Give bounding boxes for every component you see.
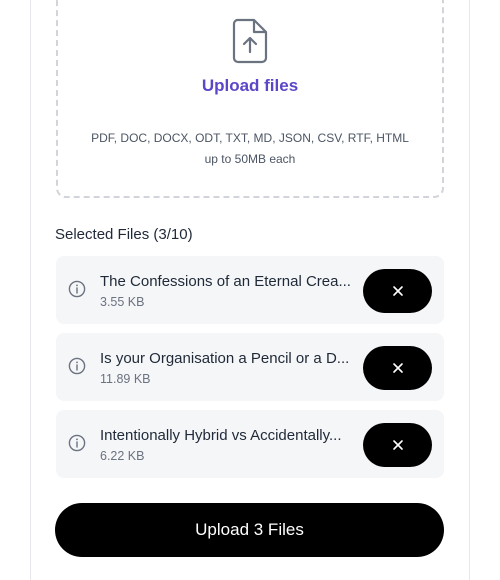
remove-file-button[interactable] [363, 269, 432, 313]
file-name: The Confessions of an Eternal Crea... [100, 273, 351, 290]
file-size: 3.55 KB [100, 295, 145, 309]
close-icon [392, 363, 403, 373]
remove-file-button[interactable] [363, 346, 432, 390]
upload-files-button[interactable]: Upload 3 Files [55, 503, 444, 557]
file-item: Is your Organisation a Pencil or a D... … [56, 333, 444, 401]
file-dropzone[interactable]: Upload files PDF, DOC, DOCX, ODT, TXT, M… [56, 0, 444, 198]
file-size: 6.22 KB [100, 449, 145, 463]
file-item: Intentionally Hybrid vs Accidentally... … [56, 410, 444, 478]
file-name: Intentionally Hybrid vs Accidentally... [100, 427, 342, 444]
file-item: The Confessions of an Eternal Crea... 3.… [56, 256, 444, 324]
info-icon [68, 357, 86, 375]
info-icon [68, 434, 86, 452]
file-upload-icon [232, 18, 268, 64]
file-size: 11.89 KB [100, 372, 151, 386]
size-limit-line: up to 50MB each [204, 152, 296, 166]
selected-files-title: Selected Files (3/10) [55, 226, 193, 243]
accepted-types: PDF, DOC, DOCX, ODT, TXT, MD, JSON, CSV,… [58, 128, 442, 170]
info-icon [68, 280, 86, 298]
close-icon [392, 286, 403, 296]
close-icon [392, 440, 403, 450]
upload-files-link[interactable]: Upload files [58, 76, 442, 96]
accepted-types-line: PDF, DOC, DOCX, ODT, TXT, MD, JSON, CSV,… [91, 131, 409, 145]
file-name: Is your Organisation a Pencil or a D... [100, 350, 350, 367]
remove-file-button[interactable] [363, 423, 432, 467]
